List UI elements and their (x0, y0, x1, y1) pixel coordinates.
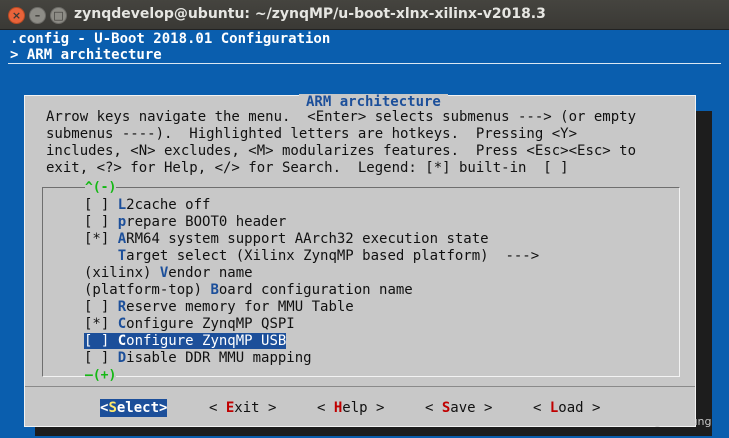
menu-item-label: onfigure ZynqMP QSPI (126, 316, 295, 332)
select-button-close: > (159, 400, 168, 416)
menu-item[interactable]: [*] Configure ZynqMP QSPI (84, 316, 539, 333)
exit-button[interactable]: < Exit > (209, 399, 276, 417)
help-button[interactable]: < Help > (317, 399, 384, 417)
menu-list[interactable]: ^(-) [ ] L2cache off[ ] prepare BOOT0 he… (42, 181, 680, 382)
window-title: zynqdevelop@ubuntu: ~/zynqMP/u-boot-xlnx… (74, 6, 546, 22)
menu-item-text: (platform-top) Board configuration name (84, 282, 413, 298)
menu-item-prefix (84, 248, 118, 264)
menu-item-text: [*] ARM64 system support AArch32 executi… (84, 231, 489, 247)
menu-item-prefix: [*] (84, 316, 118, 332)
menu-items: [ ] L2cache off[ ] prepare BOOT0 header[… (84, 197, 539, 367)
menu-item-label: isable DDR MMU mapping (126, 350, 312, 366)
scroll-up-indicator: ^(-) (85, 180, 117, 195)
menu-item-prefix: (platform-top) (84, 282, 211, 298)
dialog-title: ARM architecture (299, 94, 448, 110)
menu-item-label: repare BOOT0 header (126, 214, 287, 230)
save-button-label: ave (450, 400, 476, 416)
load-button[interactable]: < Load > (533, 399, 600, 417)
menu-item-text: [ ] Disable DDR MMU mapping (84, 350, 312, 366)
menu-item-hotkey: R (117, 299, 127, 315)
menu-item-hotkey: L (117, 197, 127, 213)
save-button[interactable]: < Save > (425, 399, 492, 417)
menu-item[interactable]: (xilinx) Vendor name (84, 265, 539, 282)
load-button-open: < (533, 400, 550, 416)
menu-item-label: RM64 system support AArch32 execution st… (126, 231, 489, 247)
menu-item-text: Target select (Xilinx ZynqMP based platf… (84, 248, 539, 264)
menu-item-label: endor name (168, 265, 253, 281)
menu-item-hotkey: C (117, 333, 127, 349)
watermark: CSDN @HIKIsung (617, 415, 712, 428)
button-bar: <Select> < Exit > < Help > < Save > < Lo… (25, 399, 695, 417)
menu-item[interactable]: [ ] L2cache off (84, 197, 539, 214)
scroll-down-indicator: —(+) (85, 368, 117, 383)
menu-item-prefix: [ ] (84, 197, 118, 213)
menu-item-text: [ ] Reserve memory for MMU Table (84, 299, 354, 315)
menu-item-prefix: [ ] (84, 350, 118, 366)
menu-item[interactable]: [*] ARM64 system support AArch32 executi… (84, 231, 539, 248)
exit-button-open: < (209, 400, 226, 416)
menu-item-label: onfigure ZynqMP USB (126, 333, 287, 349)
save-button-close: > (475, 400, 493, 416)
menu-item-text: [*] Configure ZynqMP QSPI (84, 316, 295, 332)
help-text: Arrow keys navigate the menu. <Enter> se… (46, 109, 637, 176)
menu-item-label: oard configuration name (218, 282, 413, 298)
menu-item-hotkey: T (117, 248, 127, 264)
select-button[interactable]: <Select> (100, 399, 168, 417)
breadcrumb-divider (8, 63, 721, 64)
menu-item-prefix: [ ] (84, 299, 118, 315)
help-button-open: < (317, 400, 334, 416)
help-button-label: elp (342, 400, 368, 416)
menuconfig-dialog: ARM architecture Arrow keys navigate the… (24, 94, 696, 427)
config-title: .config - U-Boot 2018.01 Configuration (10, 31, 331, 47)
maximize-icon[interactable]: □ (50, 7, 67, 24)
menu-item[interactable]: [ ] Configure ZynqMP USB (84, 333, 539, 350)
button-separator (25, 386, 695, 387)
menu-item-hotkey: p (117, 214, 127, 230)
breadcrumb: > ARM architecture (10, 47, 162, 63)
menu-item-text: (xilinx) Vendor name (84, 265, 253, 281)
help-button-close: > (367, 400, 385, 416)
menu-item-text: [ ] prepare BOOT0 header (84, 214, 286, 230)
menu-item-text: [ ] Configure ZynqMP USB (84, 333, 287, 349)
menu-item-hotkey: B (210, 282, 219, 298)
menu-item[interactable]: Target select (Xilinx ZynqMP based platf… (84, 248, 539, 265)
exit-button-close: > (259, 400, 277, 416)
menu-item[interactable]: [ ] Disable DDR MMU mapping (84, 350, 539, 367)
menu-item-prefix: [ ] (84, 333, 118, 349)
save-button-open: < (425, 400, 442, 416)
menu-item-prefix: [*] (84, 231, 118, 247)
terminal-area[interactable]: .config - U-Boot 2018.01 Configuration >… (0, 30, 729, 438)
load-button-close: > (583, 400, 601, 416)
terminal-window: × – □ zynqdevelop@ubuntu: ~/zynqMP/u-boo… (0, 0, 729, 438)
minimize-icon[interactable]: – (29, 7, 46, 24)
menu-item-text: [ ] L2cache off (84, 197, 210, 213)
menu-item-label: arget select (Xilinx ZynqMP based platfo… (126, 248, 540, 264)
window-titlebar[interactable]: × – □ zynqdevelop@ubuntu: ~/zynqMP/u-boo… (0, 0, 729, 30)
close-icon[interactable]: × (8, 7, 25, 24)
menu-item[interactable]: (platform-top) Board configuration name (84, 282, 539, 299)
select-button-hotkey: S (108, 400, 117, 416)
select-button-label: elect (116, 400, 160, 416)
menu-item-hotkey: C (117, 316, 127, 332)
menu-item-prefix: [ ] (84, 214, 118, 230)
menu-item-hotkey: D (117, 350, 127, 366)
menu-item-label: 2cache off (126, 197, 211, 213)
menu-item-prefix: (xilinx) (84, 265, 160, 281)
menu-item[interactable]: [ ] Reserve memory for MMU Table (84, 299, 539, 316)
exit-button-label: xit (234, 400, 260, 416)
menu-item[interactable]: [ ] prepare BOOT0 header (84, 214, 539, 231)
menu-item-label: eserve memory for MMU Table (126, 299, 354, 315)
menu-item-hotkey: A (117, 231, 127, 247)
load-button-label: oad (558, 400, 584, 416)
